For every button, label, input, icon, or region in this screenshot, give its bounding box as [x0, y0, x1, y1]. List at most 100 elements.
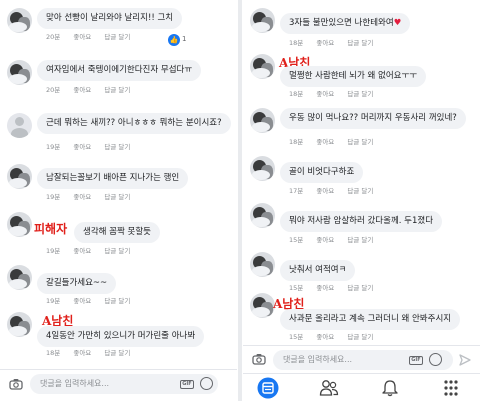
like-link[interactable]: 좋아요	[73, 193, 91, 201]
comment-text: 3자들 불만있으면 나한테와여	[289, 18, 394, 28]
menu-grid-icon[interactable]	[441, 379, 461, 397]
comment-meta: 19분 좋아요 답글 달기	[46, 245, 141, 255]
comment-composer: 댓글을 입력하세요... GIF	[0, 369, 237, 401]
comment-time: 18분	[289, 90, 304, 98]
comment-bubble: 우동 많이 먹나요?? 머리까지 우동사리 꺼있네?	[280, 108, 466, 129]
avatar[interactable]	[250, 293, 275, 318]
bottom-tab-bar	[243, 373, 480, 401]
reply-link[interactable]: 답글 달기	[104, 349, 130, 357]
like-link[interactable]: 좋아요	[73, 86, 91, 94]
comment-time: 19분	[46, 143, 61, 151]
comment-time: 20분	[46, 86, 61, 94]
comment-bubble: 여자임에서 죽텡이에기한다진자 무섭다ㅠ	[37, 60, 202, 81]
avatar[interactable]	[7, 60, 32, 85]
avatar[interactable]	[7, 8, 32, 33]
like-link[interactable]: 좋아요	[73, 297, 91, 305]
like-link[interactable]: 좋아요	[316, 333, 334, 341]
gif-icon[interactable]: GIF	[409, 356, 423, 365]
comment-bubble: 남잘되는꼴보기 배아픈 지나가는 행인	[37, 168, 189, 189]
avatar[interactable]	[250, 252, 275, 277]
comment-meta: 17분 좋아요 답글 달기	[289, 185, 384, 195]
reply-link[interactable]: 답글 달기	[347, 284, 373, 292]
comment-time: 19분	[46, 297, 61, 305]
reply-link[interactable]: 답글 달기	[104, 193, 130, 201]
comment-time: 19분	[46, 247, 61, 255]
camera-icon[interactable]	[9, 378, 23, 390]
comment-bubble: 4일동안 가만히 있으니가 머가린줄 아나봐	[37, 326, 205, 347]
comment-bubble: 사과문 올리라고 계속 그러더니 왜 안봐주시지	[280, 309, 461, 330]
comment-meta: 18분 좋아요 답글 달기	[289, 88, 384, 98]
comment-time: 15분	[289, 236, 304, 244]
comment-meta: 15분 좋아요 답글 달기	[289, 282, 384, 292]
comment-time: 18분	[289, 138, 304, 146]
comment-input-placeholder: 댓글을 입력하세요...	[40, 379, 110, 388]
comment-meta: 19분 좋아요 답글 달기	[46, 141, 141, 151]
reply-link[interactable]: 답글 달기	[104, 33, 130, 41]
like-link[interactable]: 좋아요	[73, 349, 91, 357]
send-icon[interactable]	[459, 354, 471, 366]
reply-link[interactable]: 답글 달기	[104, 143, 130, 151]
like-link[interactable]: 좋아요	[316, 39, 334, 47]
default-avatar-icon[interactable]	[7, 113, 32, 138]
comment-bubble: 뭐야 저사람 암살하러 갔다올께. 두1졌다	[280, 211, 443, 232]
comment-time: 19분	[46, 193, 61, 201]
panel-divider	[238, 0, 242, 401]
like-link[interactable]: 좋아요	[73, 247, 91, 255]
news-feed-icon[interactable]	[257, 377, 279, 399]
avatar[interactable]	[7, 164, 32, 189]
comment-time: 15분	[289, 333, 304, 341]
avatar[interactable]	[250, 108, 275, 133]
reply-link[interactable]: 답글 달기	[104, 86, 130, 94]
comment-time: 18분	[46, 349, 61, 357]
reply-link[interactable]: 답글 달기	[347, 138, 373, 146]
like-link[interactable]: 좋아요	[73, 33, 91, 41]
avatar[interactable]	[250, 203, 275, 228]
reply-link[interactable]: 답글 달기	[104, 297, 130, 305]
comment-meta: 19분 좋아요 답글 달기	[46, 295, 141, 305]
comment-bubble: 맞아 선빵이 날리와야 날리지!! 그치	[37, 8, 183, 29]
like-link[interactable]: 좋아요	[73, 143, 91, 151]
reply-link[interactable]: 답글 달기	[347, 187, 373, 195]
notifications-icon[interactable]	[380, 379, 400, 397]
avatar[interactable]	[250, 8, 275, 33]
like-link[interactable]: 좋아요	[316, 138, 334, 146]
reply-link[interactable]: 답글 달기	[104, 247, 130, 255]
avatar[interactable]	[7, 212, 32, 237]
reply-link[interactable]: 답글 달기	[347, 236, 373, 244]
comment-bubble: 갈길들가세요~~	[37, 273, 117, 294]
comment-time: 15분	[289, 284, 304, 292]
comment-input[interactable]: 댓글을 입력하세요... GIF	[273, 350, 453, 370]
gif-icon[interactable]: GIF	[180, 380, 194, 389]
comment-meta: 18분 좋아요 답글 달기	[289, 136, 384, 146]
reply-link[interactable]: 답글 달기	[347, 90, 373, 98]
camera-icon[interactable]	[252, 353, 266, 365]
comment-meta: 15분 좋아요 답글 달기	[289, 331, 384, 341]
comment-meta: 19분 좋아요 답글 달기	[46, 191, 141, 201]
friends-icon[interactable]	[319, 379, 339, 397]
like-link[interactable]: 좋아요	[316, 284, 334, 292]
comment-composer: 댓글을 입력하세요... GIF	[243, 345, 480, 373]
emoji-icon[interactable]	[200, 377, 213, 390]
comment-bubble: 낫춰서 여적여ㅋ	[280, 260, 356, 281]
avatar[interactable]	[250, 156, 275, 181]
reply-link[interactable]: 답글 달기	[347, 333, 373, 341]
emoji-icon[interactable]	[429, 353, 442, 366]
avatar[interactable]	[250, 54, 275, 79]
reply-link[interactable]: 답글 달기	[347, 39, 373, 47]
comment-meta: 20분 좋아요 답글 달기	[46, 84, 141, 94]
comment-bubble: 골이 비엇다구하죠	[280, 162, 364, 183]
like-link[interactable]: 좋아요	[316, 236, 334, 244]
heart-icon: ♥	[393, 18, 402, 28]
like-link[interactable]: 좋아요	[316, 187, 334, 195]
comment-input-placeholder: 댓글을 입력하세요...	[283, 355, 353, 364]
comment-bubble: 멀쩡한 사람한테 뇌가 왜 없어요ㅜㅜ	[280, 66, 427, 87]
comment-bubble: 생각해 꼼짝 못할듯	[74, 222, 160, 243]
like-link[interactable]: 좋아요	[316, 90, 334, 98]
annotation-label: 피해자	[34, 222, 68, 236]
comment-input[interactable]: 댓글을 입력하세요... GIF	[30, 374, 218, 394]
comment-meta: 18분 좋아요 답글 달기	[46, 347, 141, 357]
like-count: 1	[182, 35, 187, 43]
avatar[interactable]	[7, 265, 32, 290]
comment-time: 18분	[289, 39, 304, 47]
avatar[interactable]	[7, 312, 32, 337]
